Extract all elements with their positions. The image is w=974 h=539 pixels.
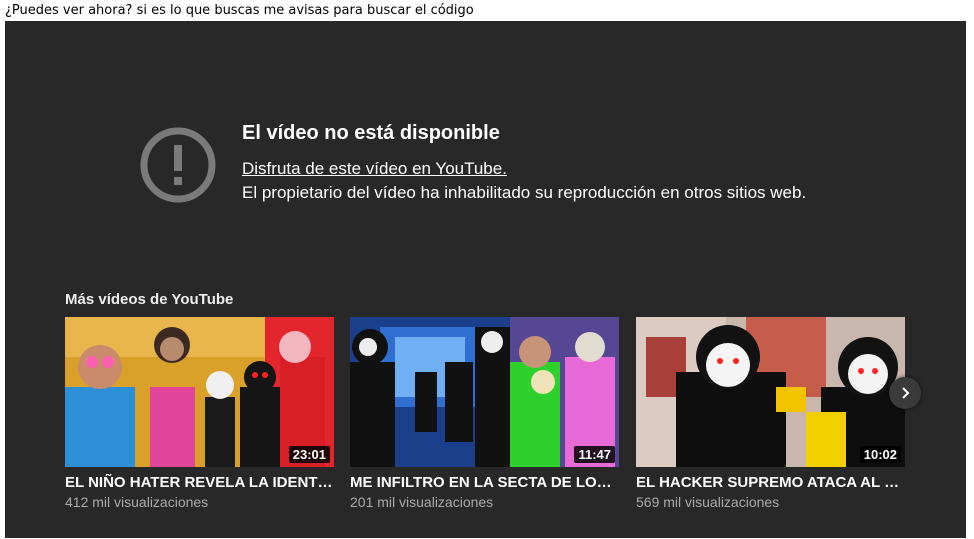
error-description: El propietario del vídeo ha inhabilitado…	[242, 183, 807, 202]
exclamation-circle-icon	[140, 127, 216, 203]
video-title[interactable]: EL HACKER SUPREMO ATACA AL HACKER	[636, 474, 905, 491]
chevron-right-icon	[902, 387, 910, 399]
video-duration: 23:01	[288, 446, 330, 463]
video-thumbnail[interactable]: 10:02	[636, 317, 905, 467]
video-card[interactable]: 10:02 EL HACKER SUPREMO ATACA AL HACKER …	[636, 317, 905, 510]
caption-text: ¿Puedes ver ahora? si es lo que buscas m…	[5, 3, 474, 18]
embedded-video-player: El vídeo no está disponible Disfruta de …	[5, 21, 966, 538]
error-title: El vídeo no está disponible	[242, 122, 500, 144]
more-videos-heading: Más vídeos de YouTube	[65, 291, 234, 308]
video-thumbnail[interactable]: 23:01	[65, 317, 334, 467]
video-card[interactable]: 23:01 EL NIÑO HATER REVELA LA IDENTIDAD …	[65, 317, 334, 510]
next-videos-button[interactable]	[889, 377, 921, 409]
video-title[interactable]: ME INFILTRO EN LA SECTA DE LOS HACKERS	[350, 474, 619, 491]
watch-on-youtube-link[interactable]: Disfruta de este vídeo en YouTube.	[242, 159, 507, 179]
video-title[interactable]: EL NIÑO HATER REVELA LA IDENTIDAD DE SU …	[65, 474, 334, 491]
video-views: 569 mil visualizaciones	[636, 494, 780, 510]
video-views: 201 mil visualizaciones	[350, 494, 494, 510]
video-duration: 11:47	[574, 446, 615, 463]
video-card[interactable]: 11:47 ME INFILTRO EN LA SECTA DE LOS HAC…	[350, 317, 619, 510]
video-duration: 10:02	[859, 446, 901, 463]
video-views: 412 mil visualizaciones	[65, 494, 209, 510]
video-thumbnail[interactable]: 11:47	[350, 317, 619, 467]
